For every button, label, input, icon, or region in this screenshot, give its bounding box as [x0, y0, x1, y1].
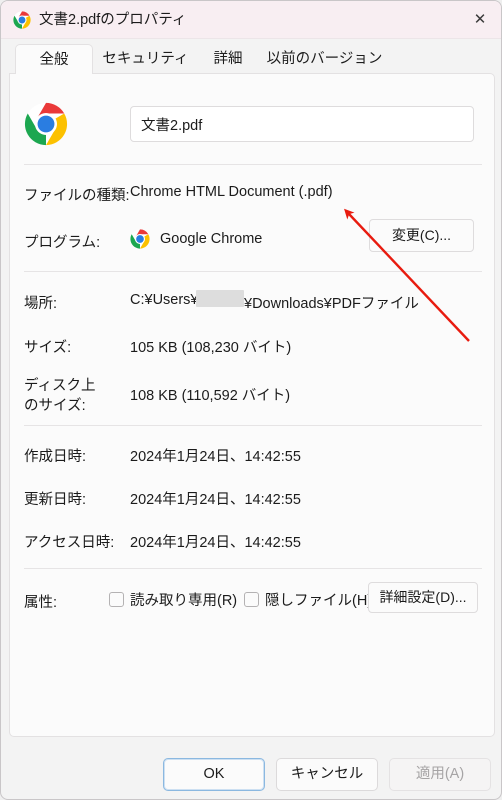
divider-attributes [24, 568, 482, 569]
size-value: 105 KB (108,230 バイト) [130, 340, 292, 356]
divider-top [24, 164, 482, 165]
tab-security-label: セキュリティ [102, 51, 189, 67]
advanced-settings-button[interactable]: 詳細設定(D)... [368, 582, 478, 613]
tab-strip: 全般 セキュリティ 詳細 以前のバージョン [1, 39, 501, 74]
chrome-icon [24, 102, 68, 146]
tab-details-label: 詳細 [213, 51, 243, 67]
created-value: 2024年1月24日、14:42:55 [130, 449, 301, 465]
tab-general-label: 全般 [39, 52, 69, 68]
properties-dialog: 文書2.pdfのプロパティ ✕ 全般 セキュリティ 詳細 以前のバージョン 文書… [0, 0, 502, 800]
location-value-prefix: C:¥Users¥ [130, 292, 199, 308]
disk-size-label-line1: ディスク上 [24, 378, 96, 394]
program-label: プログラム: [24, 235, 101, 251]
program-value: Google Chrome [160, 231, 263, 247]
tab-previous-versions-label: 以前のバージョン [266, 51, 383, 67]
divider-dates [24, 425, 482, 426]
cancel-button[interactable]: キャンセル [276, 758, 378, 791]
filetype-value: Chrome HTML Document (.pdf) [130, 184, 333, 200]
size-label: サイズ: [24, 340, 72, 356]
tab-security[interactable]: セキュリティ [93, 44, 198, 74]
hidden-checkbox-label: 隠しファイル(H) [265, 593, 373, 609]
filename-input[interactable] [130, 106, 474, 142]
readonly-checkbox-label: 読み取り専用(R) [130, 593, 238, 609]
redaction-mask [196, 290, 244, 307]
tab-details[interactable]: 詳細 [198, 44, 258, 74]
ok-button[interactable]: OK [163, 758, 265, 791]
tab-general[interactable]: 全般 [15, 44, 93, 74]
disk-size-label-line2: のサイズ: [24, 398, 86, 414]
tab-previous-versions[interactable]: 以前のバージョン [258, 44, 391, 74]
checkbox-box-icon [109, 592, 124, 607]
modified-value: 2024年1月24日、14:42:55 [130, 492, 301, 508]
hidden-checkbox[interactable]: 隠しファイル(H) [244, 589, 372, 610]
window-title: 文書2.pdfのプロパティ [39, 12, 187, 28]
close-icon: ✕ [473, 10, 487, 28]
accessed-value: 2024年1月24日、14:42:55 [130, 535, 301, 551]
divider-middle [24, 271, 482, 272]
chrome-icon [130, 229, 150, 249]
attributes-label: 属性: [24, 595, 58, 611]
filetype-label: ファイルの種類: [24, 188, 130, 204]
apply-button: 適用(A) [389, 758, 491, 791]
close-button[interactable]: ✕ [457, 1, 501, 38]
accessed-label: アクセス日時: [24, 535, 115, 551]
created-label: 作成日時: [24, 449, 87, 465]
location-label: 場所: [24, 296, 58, 312]
readonly-checkbox[interactable]: 読み取り専用(R) [109, 589, 237, 610]
modified-label: 更新日時: [24, 492, 87, 508]
title-bar: 文書2.pdfのプロパティ ✕ [1, 1, 501, 39]
change-program-button[interactable]: 変更(C)... [369, 219, 474, 252]
general-tab-panel: ファイルの種類: Chrome HTML Document (.pdf) プログ… [9, 73, 495, 737]
location-value-suffix: ¥Downloads¥PDFファイル [244, 296, 419, 312]
checkbox-box-icon [244, 592, 259, 607]
disk-size-value: 108 KB (110,592 バイト) [130, 388, 291, 404]
chrome-icon [13, 11, 31, 29]
